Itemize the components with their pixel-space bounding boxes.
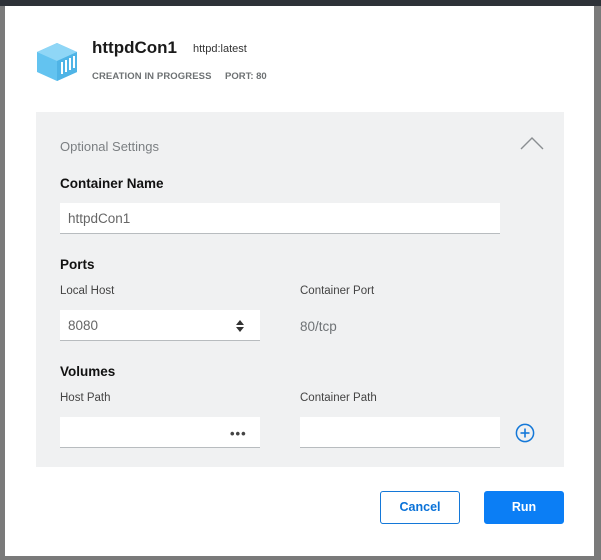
container-name-input[interactable]: [60, 203, 500, 234]
container-name-label: Container Name: [60, 176, 164, 191]
container-path-label: Container Path: [300, 392, 377, 404]
container-port-value: 80/tcp: [300, 319, 337, 334]
optional-settings-title: Optional Settings: [60, 139, 160, 154]
chevron-up-icon[interactable]: [520, 136, 544, 150]
image-tag: httpd:latest: [193, 43, 247, 55]
optional-settings-panel: Optional Settings Container Name Ports L…: [36, 112, 564, 467]
creation-status: CREATION IN PROGRESS: [92, 71, 212, 82]
host-path-label: Host Path: [60, 392, 111, 404]
port-stepper-icon[interactable]: [235, 318, 245, 334]
local-host-label: Local Host: [60, 285, 115, 297]
run-container-dialog: httpdCon1 httpd:latest CREATION IN PROGR…: [5, 6, 594, 556]
cancel-button[interactable]: Cancel: [380, 491, 460, 524]
run-button[interactable]: Run: [484, 491, 564, 524]
plus-circle-icon[interactable]: [515, 423, 535, 443]
ports-label: Ports: [60, 257, 95, 272]
local-host-input[interactable]: [60, 310, 260, 341]
browse-icon[interactable]: •••: [230, 427, 247, 440]
container-title: httpdCon1: [92, 38, 177, 57]
container-path-input[interactable]: [300, 417, 500, 448]
container-icon: [37, 43, 77, 81]
volumes-label: Volumes: [60, 364, 116, 379]
port-info: PORT: 80: [225, 71, 267, 82]
container-port-label: Container Port: [300, 285, 375, 297]
